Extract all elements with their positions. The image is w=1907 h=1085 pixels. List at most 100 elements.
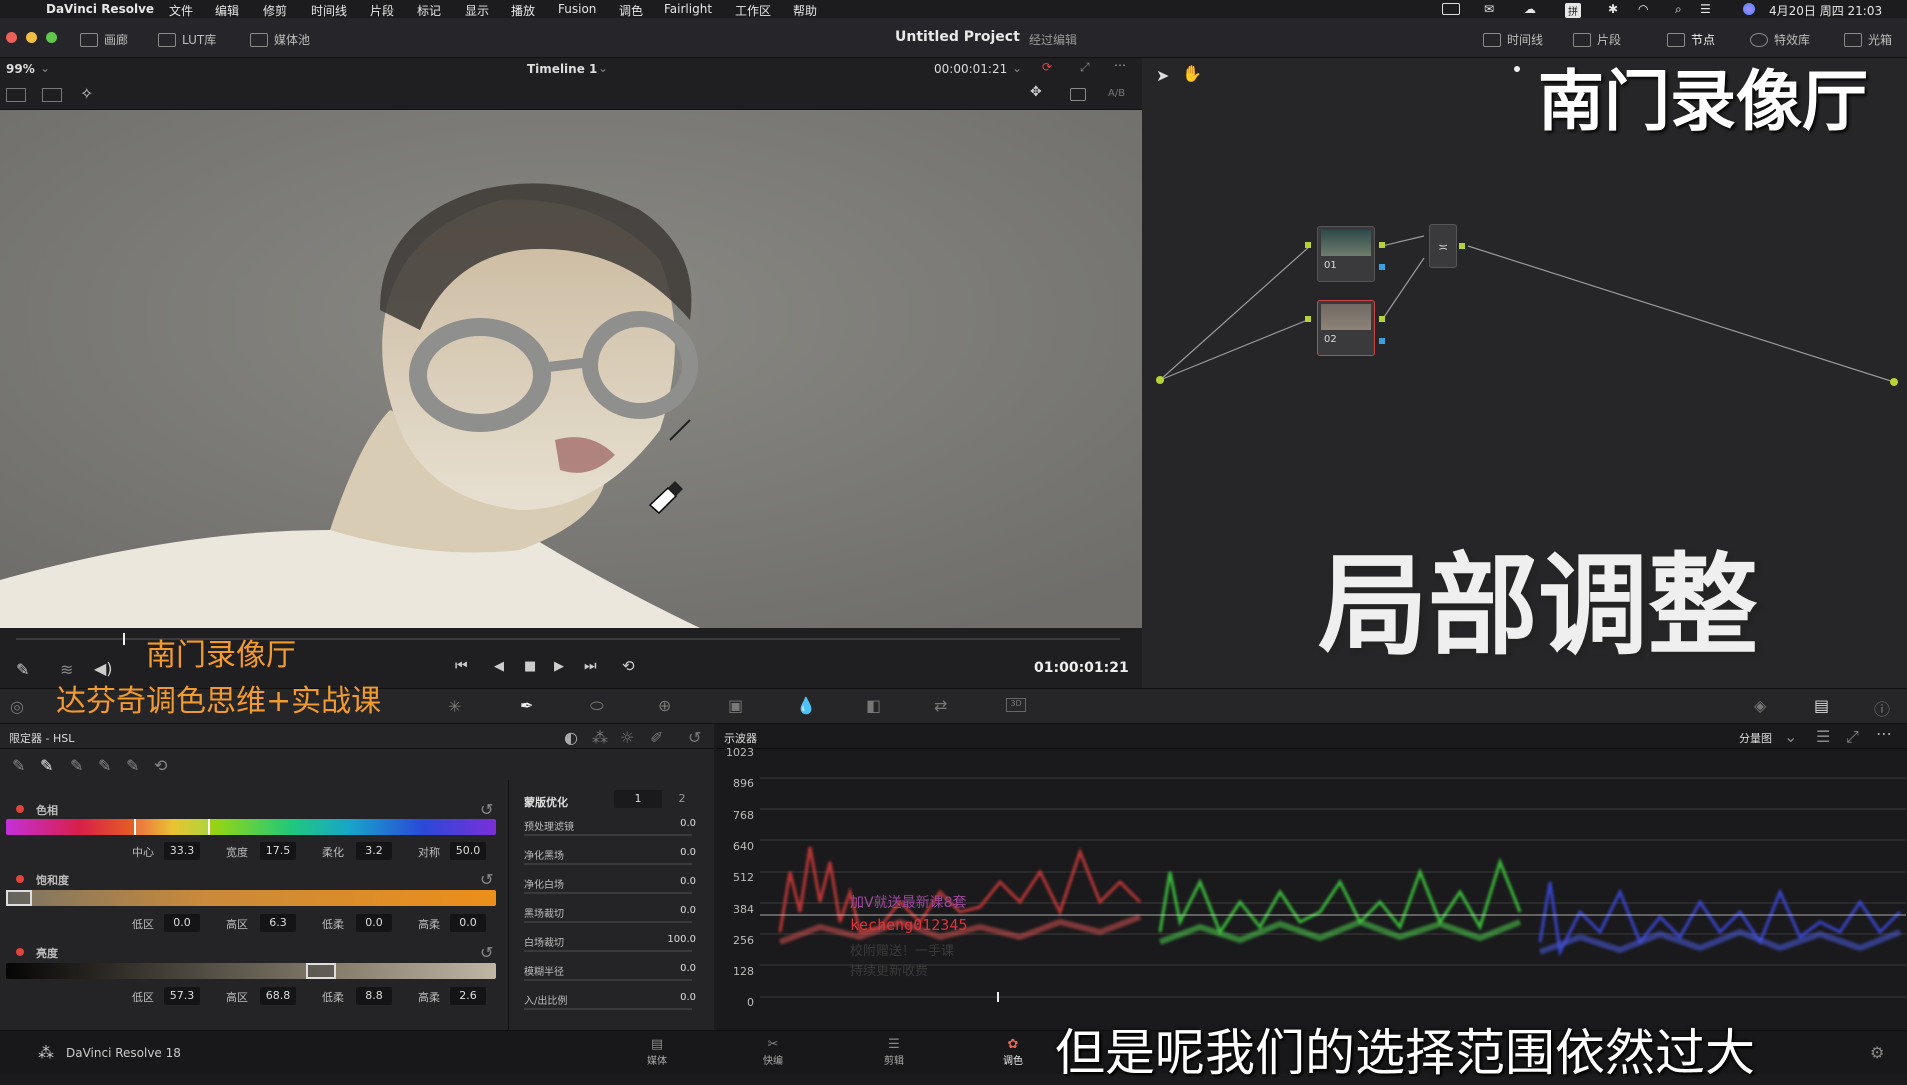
pointer-move-icon[interactable]: ✥ — [1030, 84, 1042, 100]
page-media[interactable]: ▤ 媒体 — [640, 1037, 674, 1067]
feather-add-icon[interactable]: ✎ — [126, 756, 139, 775]
menu-view[interactable]: 显示 — [465, 2, 489, 19]
video-viewer[interactable] — [0, 110, 1142, 628]
invert-icon[interactable]: ⟲ — [154, 756, 167, 775]
timeline-toggle[interactable]: 时间线 — [1483, 31, 1543, 48]
playhead[interactable] — [123, 633, 125, 645]
effects-toggle[interactable]: 特效库 — [1750, 31, 1810, 48]
menu-timeline[interactable]: 时间线 — [311, 2, 347, 19]
picker-active-icon[interactable]: ✎ — [40, 756, 53, 775]
sat-lowsoft-field[interactable]: 0.0 — [356, 914, 392, 932]
menu-workspace[interactable]: 工作区 — [735, 2, 771, 19]
lum-highsoft-field[interactable]: 2.6 — [450, 987, 486, 1005]
sat-high-field[interactable]: 6.3 — [260, 914, 296, 932]
menu-color[interactable]: 调色 — [619, 2, 643, 19]
menu-clip[interactable]: 片段 — [370, 2, 394, 19]
camera-raw-icon[interactable]: ◎ — [10, 697, 24, 716]
viewer-options-icon[interactable]: ⋯ — [1114, 58, 1126, 72]
stop-button[interactable]: ■ — [524, 659, 536, 674]
nodes-toggle[interactable]: 节点 — [1667, 31, 1715, 48]
menu-help[interactable]: 帮助 — [793, 2, 817, 19]
matte-row-clean-black[interactable]: 净化黑场 0.0 — [524, 845, 704, 865]
eyedropper-mode-icon[interactable]: ✎ — [16, 660, 29, 679]
gallery-button[interactable]: 画廊 — [80, 31, 128, 48]
scope-expand-icon[interactable]: ⤢ — [1846, 727, 1859, 747]
zoom-level[interactable]: 99% — [6, 62, 35, 76]
lum-high-field[interactable]: 68.8 — [260, 987, 296, 1005]
siri-icon[interactable] — [1743, 3, 1755, 15]
fullscreen-icon[interactable]: ⤢ — [1080, 60, 1090, 75]
screen-record-icon[interactable] — [1442, 3, 1460, 15]
node-input-port[interactable] — [1305, 316, 1311, 322]
lum-selection-range[interactable] — [306, 963, 336, 979]
scope-mode-select[interactable]: 分量图 — [1739, 730, 1772, 746]
lum-enable-dot[interactable] — [16, 948, 24, 956]
sat-low-field[interactable]: 0.0 — [164, 914, 200, 932]
3d-icon[interactable]: 3D — [1006, 698, 1026, 712]
search-icon[interactable]: ⌕ — [1675, 2, 1682, 17]
picker-subtract-icon[interactable]: ✎ — [98, 756, 111, 775]
menu-fairlight[interactable]: Fairlight — [664, 2, 712, 16]
menu-fusion[interactable]: Fusion — [558, 2, 596, 16]
window-zoom-button[interactable] — [46, 32, 57, 43]
matte-row-white-clip[interactable]: 白场裁切 100.0 — [524, 932, 704, 952]
menu-playback[interactable]: 播放 — [511, 2, 535, 19]
magic-mask-icon[interactable]: ▣ — [728, 696, 743, 715]
hue-selection-range[interactable] — [134, 819, 210, 835]
zoom-chevron-icon[interactable]: ⌄ — [40, 61, 50, 75]
timeline-selector[interactable]: Timeline 1 — [527, 62, 597, 76]
control-center-icon[interactable]: ☰ — [1700, 2, 1711, 16]
window-icon[interactable]: ⬭ — [590, 696, 604, 716]
ab-compare[interactable]: A/B — [1108, 88, 1125, 99]
sizing-icon[interactable]: ⇄ — [934, 696, 947, 715]
lightbox-toggle[interactable]: 光箱 — [1844, 31, 1892, 48]
node-output-port[interactable] — [1379, 316, 1385, 322]
media-pool-button[interactable]: 媒体池 — [250, 31, 310, 48]
scope-settings-icon[interactable]: ☰ — [1816, 727, 1830, 746]
info-icon[interactable]: ⓘ — [1874, 696, 1890, 720]
magic-wand-icon[interactable]: ✧ — [80, 84, 93, 103]
tracker-icon[interactable]: ⊕ — [658, 696, 671, 715]
hue-slider[interactable] — [6, 819, 496, 835]
3d-qualifier-icon[interactable]: ✐ — [650, 728, 663, 747]
camera-icon[interactable] — [1070, 88, 1086, 101]
layer-mixer-node[interactable]: ≍ — [1429, 224, 1457, 268]
play-reverse-button[interactable]: ◀ — [494, 659, 504, 674]
timeline-chevron-icon[interactable]: ⌄ — [598, 61, 608, 75]
input-method-icon[interactable]: 拼 — [1565, 3, 1581, 18]
timecode-chevron-icon[interactable]: ⌄ — [1012, 61, 1022, 75]
lum-slider[interactable] — [6, 963, 496, 979]
key-icon[interactable]: ◧ — [866, 696, 881, 715]
lum-low-field[interactable]: 57.3 — [164, 987, 200, 1005]
sat-reset-icon[interactable]: ↺ — [480, 870, 493, 889]
scope-options-icon[interactable]: ⋯ — [1876, 724, 1892, 743]
node-01[interactable]: 01 — [1317, 226, 1375, 282]
sat-selection-range[interactable] — [6, 890, 32, 906]
menu-trim[interactable]: 修剪 — [263, 2, 287, 19]
lum-lowsoft-field[interactable]: 8.8 — [356, 987, 392, 1005]
lum-reset-icon[interactable]: ↺ — [480, 943, 493, 962]
qualifier-mode-icon[interactable]: ◐ — [564, 728, 578, 747]
sat-slider[interactable] — [6, 890, 496, 906]
window-close-button[interactable] — [6, 32, 17, 43]
node-02[interactable]: 02 — [1317, 300, 1375, 356]
blur-icon[interactable]: 💧 — [796, 696, 816, 715]
matte-row-blur-radius[interactable]: 模糊半径 0.0 — [524, 961, 704, 981]
loop-button[interactable]: ⟲ — [622, 657, 635, 675]
wechat-icon[interactable]: ✉ — [1484, 2, 1494, 16]
clips-toggle[interactable]: 片段 — [1573, 31, 1621, 48]
rgb-mode-icon[interactable]: ⁂ — [592, 728, 608, 747]
lut-button[interactable]: LUT库 — [158, 31, 216, 48]
scopes-icon[interactable]: ▤ — [1814, 696, 1829, 715]
app-menu[interactable]: DaVinci Resolve — [46, 2, 154, 16]
menu-edit[interactable]: 编辑 — [215, 2, 239, 19]
hue-center-field[interactable]: 33.3 — [164, 842, 200, 860]
menu-mark[interactable]: 标记 — [417, 2, 441, 19]
bluetooth-icon[interactable]: ✱ — [1608, 2, 1618, 16]
matte-row-black-clip[interactable]: 黑场裁切 0.0 — [524, 903, 704, 923]
color-warper-icon[interactable]: ✳ — [448, 697, 461, 716]
single-view-icon[interactable] — [6, 88, 26, 102]
matte-tab-2[interactable]: 2 — [664, 790, 700, 808]
cloud-icon[interactable]: ☁ — [1524, 2, 1536, 16]
window-minimize-button[interactable] — [26, 32, 37, 43]
